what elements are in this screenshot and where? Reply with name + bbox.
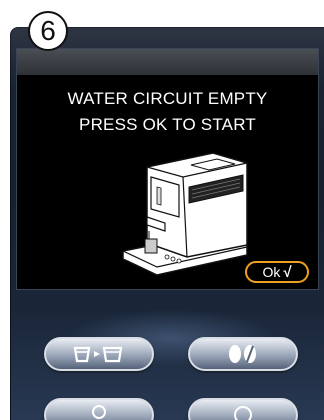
ok-button[interactable]: Ok √ (245, 261, 309, 283)
check-icon: √ (283, 263, 292, 281)
power-icon (234, 406, 252, 420)
step-number-badge: 6 (28, 11, 68, 51)
ok-label: Ok (262, 264, 281, 280)
instruction-figure: 6 WATER CIRCUIT EMPTY PRESS OK TO START (0, 0, 324, 420)
coffee-beans-button[interactable] (188, 337, 298, 371)
steam-icon (92, 405, 106, 419)
message-line-1: WATER CIRCUIT EMPTY (67, 89, 268, 108)
screen-top-bar (17, 49, 318, 75)
coffee-beans-icon (229, 345, 256, 363)
cup-transfer-button[interactable] (44, 337, 154, 371)
power-button[interactable] (188, 398, 298, 420)
message-line-2: PRESS OK TO START (79, 115, 256, 134)
step-number: 6 (40, 15, 56, 46)
display-screen: WATER CIRCUIT EMPTY PRESS OK TO START Ok… (16, 48, 319, 290)
cup-transfer-icon (73, 346, 123, 363)
coffee-machine-illustration (122, 152, 248, 276)
steam-button[interactable] (44, 398, 154, 420)
